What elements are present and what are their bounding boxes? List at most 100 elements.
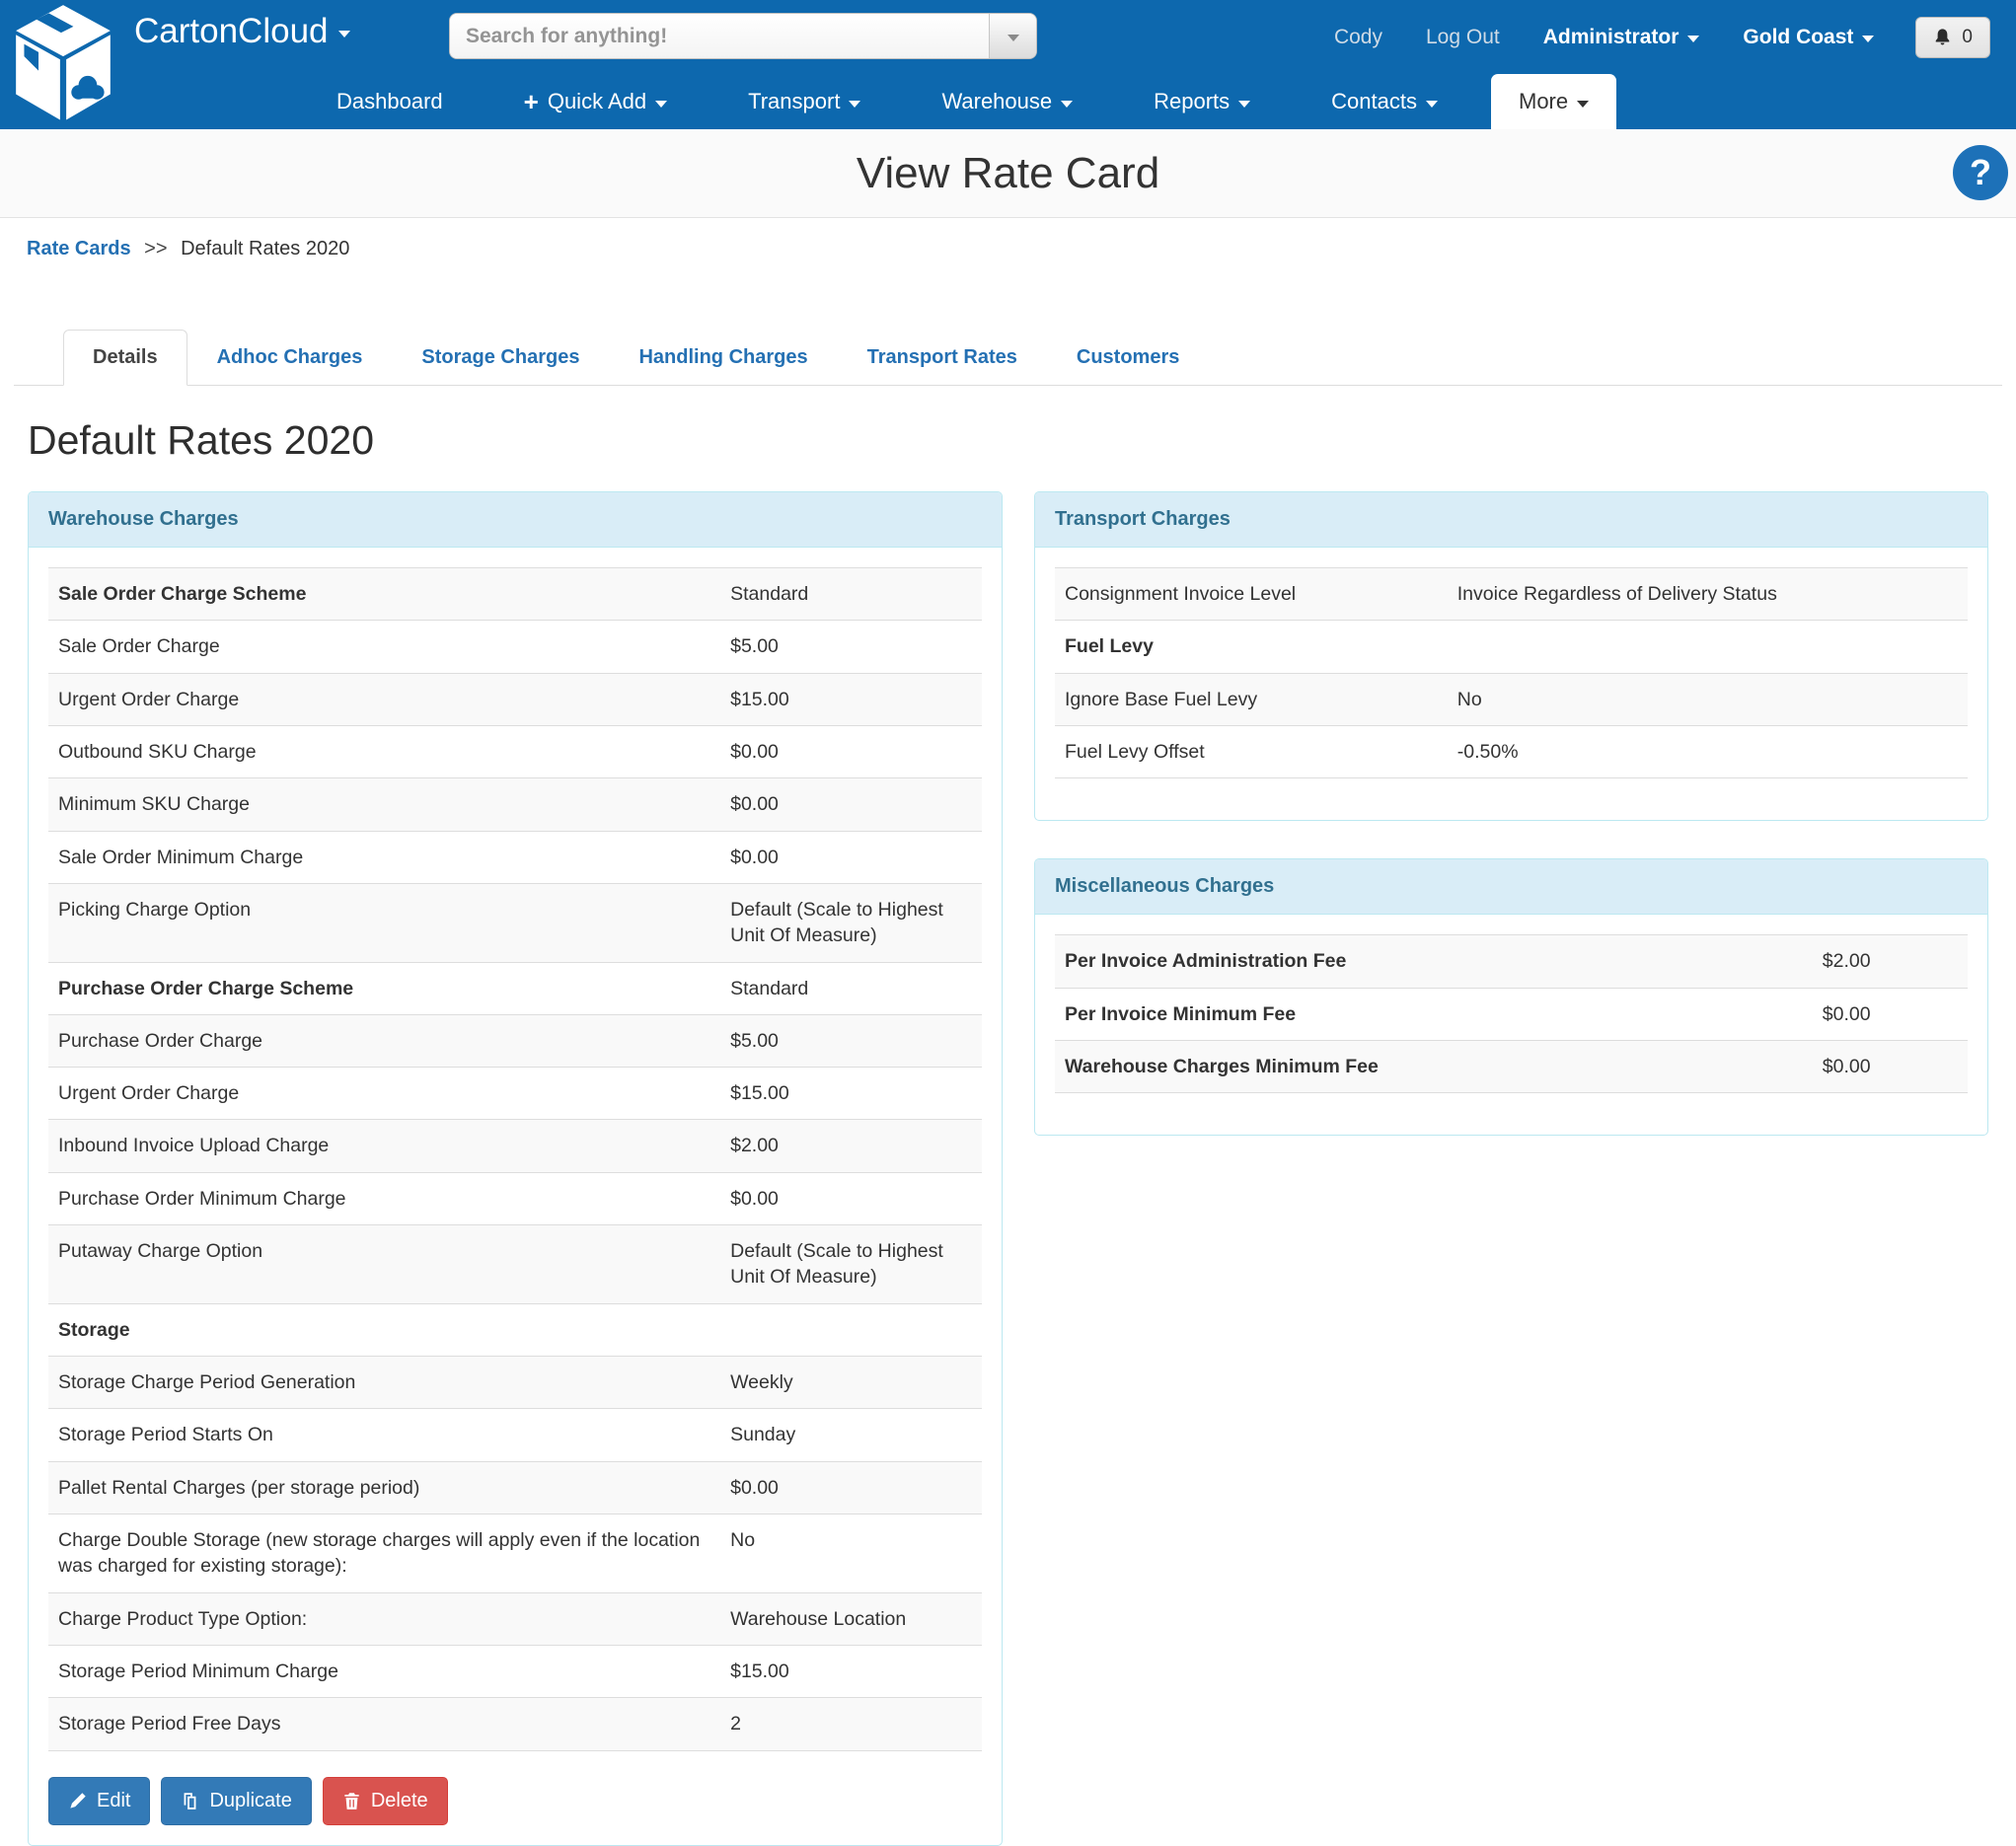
tab[interactable]: Adhoc Charges [187, 330, 393, 386]
table-row: Charge Product Type Option: Warehouse Lo… [48, 1592, 982, 1645]
table-row: Sale Order Minimum Charge $0.00 [48, 831, 982, 883]
table-row: Storage Period Starts On Sunday [48, 1409, 982, 1461]
notification-count: 0 [1962, 27, 1973, 48]
chevron-down-icon [1238, 101, 1250, 108]
table-row: Fuel Levy Offset -0.50% [1055, 725, 1968, 777]
page-header: View Rate Card ? [0, 129, 2016, 218]
tab[interactable]: Details [63, 330, 187, 386]
notifications-button[interactable]: 0 [1915, 17, 1990, 58]
table-row: Urgent Order Charge $15.00 [48, 673, 982, 725]
main-menu: Dashboard + Quick Add Transport Warehous… [296, 74, 1616, 129]
table-row: Consignment Invoice Level Invoice Regard… [1055, 568, 1968, 621]
role-dropdown[interactable]: Administrator [1522, 26, 1722, 49]
chevron-down-icon [1426, 101, 1438, 108]
panel-body: Sale Order Charge Scheme Standard Sale O… [29, 548, 1002, 1845]
table-row: Ignore Base Fuel Levy No [1055, 673, 1968, 725]
chevron-down-icon [1577, 101, 1589, 108]
tab[interactable]: Transport Rates [838, 330, 1047, 386]
rate-card-name-heading: Default Rates 2020 [28, 417, 2002, 464]
transport-charges-table: Consignment Invoice Level Invoice Regard… [1055, 567, 1968, 778]
action-buttons: Edit Duplicate [48, 1777, 982, 1825]
table-row: Inbound Invoice Upload Charge $2.00 [48, 1120, 982, 1172]
trash-icon [342, 1792, 361, 1810]
rate-card-tabs: Details Adhoc Charges Storage Charges Ha… [14, 330, 2002, 386]
plus-icon: + [524, 89, 539, 114]
nav-menu-item[interactable]: Dashboard [309, 74, 471, 129]
miscellaneous-charges-table: Per Invoice Administration Fee $2.00 Per… [1055, 934, 1968, 1093]
nav-menu-item[interactable]: Transport [720, 74, 888, 129]
panel-body: Consignment Invoice Level Invoice Regard… [1035, 548, 1987, 820]
cartoncloud-logo[interactable] [12, 3, 114, 123]
global-search [449, 13, 1037, 59]
user-link[interactable]: Cody [1312, 26, 1404, 49]
nav-menu-item[interactable]: More [1491, 74, 1616, 129]
right-column: Transport Charges Consignment Invoice Le… [1034, 491, 1988, 1136]
table-row: Charge Double Storage (new storage charg… [48, 1514, 982, 1592]
chevron-down-icon [1008, 35, 1019, 41]
chevron-down-icon [1862, 36, 1874, 42]
table-row: Storage [48, 1303, 982, 1356]
search-scope-dropdown[interactable] [989, 14, 1036, 58]
panels-columns: Warehouse Charges Sale Order Charge Sche… [14, 491, 2002, 1846]
table-row: Storage Period Minimum Charge $15.00 [48, 1645, 982, 1697]
carton-box-cloud-icon [12, 3, 114, 124]
copy-icon [181, 1792, 199, 1810]
table-row: Per Invoice Administration Fee $2.00 [1055, 935, 1968, 988]
brand-text: CartonCloud [134, 12, 329, 51]
transport-charges-panel: Transport Charges Consignment Invoice Le… [1034, 491, 1988, 821]
panel-title: Transport Charges [1035, 492, 1987, 548]
help-button[interactable]: ? [1953, 145, 2008, 200]
duplicate-button[interactable]: Duplicate [161, 1777, 311, 1825]
table-row: Urgent Order Charge $15.00 [48, 1068, 982, 1120]
table-row: Putaway Charge Option Default (Scale to … [48, 1225, 982, 1304]
nav-menu-item[interactable]: + Quick Add [496, 74, 695, 129]
table-row: Storage Charge Period Generation Weekly [48, 1357, 982, 1409]
tab[interactable]: Storage Charges [392, 330, 609, 386]
breadcrumb: Rate Cards >> Default Rates 2020 [0, 218, 2016, 276]
content: Details Adhoc Charges Storage Charges Ha… [0, 330, 2016, 1846]
table-row: Sale Order Charge Scheme Standard [48, 568, 982, 621]
table-row: Fuel Levy [1055, 621, 1968, 673]
logout-link[interactable]: Log Out [1404, 26, 1522, 49]
edit-button[interactable]: Edit [48, 1777, 150, 1825]
tab[interactable]: Handling Charges [609, 330, 837, 386]
warehouse-charges-panel: Warehouse Charges Sale Order Charge Sche… [28, 491, 1003, 1846]
breadcrumb-rate-cards-link[interactable]: Rate Cards [27, 238, 131, 259]
table-row: Storage Period Free Days 2 [48, 1698, 982, 1750]
table-row: Sale Order Charge $5.00 [48, 621, 982, 673]
tab[interactable]: Customers [1047, 330, 1209, 386]
table-row: Minimum SKU Charge $0.00 [48, 778, 982, 831]
warehouse-charges-table: Sale Order Charge Scheme Standard Sale O… [48, 567, 982, 1751]
breadcrumb-separator: >> [144, 238, 167, 259]
page-title: View Rate Card [0, 129, 2016, 218]
table-row: Purchase Order Minimum Charge $0.00 [48, 1172, 982, 1224]
table-row: Purchase Order Charge Scheme Standard [48, 962, 982, 1014]
top-navbar: CartonCloud Cody Log Out Administrator G… [0, 0, 2016, 129]
table-row: Purchase Order Charge $5.00 [48, 1014, 982, 1067]
table-row: Warehouse Charges Minimum Fee $0.00 [1055, 1040, 1968, 1092]
nav-menu-item[interactable]: Warehouse [914, 74, 1100, 129]
chevron-down-icon [655, 101, 667, 108]
chevron-down-icon [849, 101, 860, 108]
tenant-dropdown[interactable]: Gold Coast [1721, 26, 1896, 49]
breadcrumb-current: Default Rates 2020 [181, 238, 349, 259]
delete-button[interactable]: Delete [323, 1777, 448, 1825]
chevron-down-icon [1061, 101, 1073, 108]
panel-title: Miscellaneous Charges [1035, 859, 1987, 915]
table-row: Per Invoice Minimum Fee $0.00 [1055, 988, 1968, 1040]
search-input[interactable] [450, 14, 989, 58]
table-row: Pallet Rental Charges (per storage perio… [48, 1461, 982, 1514]
pencil-icon [68, 1792, 87, 1810]
bell-icon [1933, 28, 1952, 46]
miscellaneous-charges-panel: Miscellaneous Charges Per Invoice Admini… [1034, 858, 1988, 1136]
left-column: Warehouse Charges Sale Order Charge Sche… [28, 491, 1003, 1846]
panel-title: Warehouse Charges [29, 492, 1002, 548]
brand-link[interactable]: CartonCloud [134, 12, 350, 51]
chevron-down-icon [1687, 36, 1699, 42]
panel-body: Per Invoice Administration Fee $2.00 Per… [1035, 915, 1987, 1135]
table-row: Outbound SKU Charge $0.00 [48, 725, 982, 777]
nav-menu-item[interactable]: Reports [1126, 74, 1278, 129]
navbar-right: Cody Log Out Administrator Gold Coast 0 [1312, 0, 2016, 74]
table-row: Picking Charge Option Default (Scale to … [48, 883, 982, 962]
nav-menu-item[interactable]: Contacts [1304, 74, 1465, 129]
